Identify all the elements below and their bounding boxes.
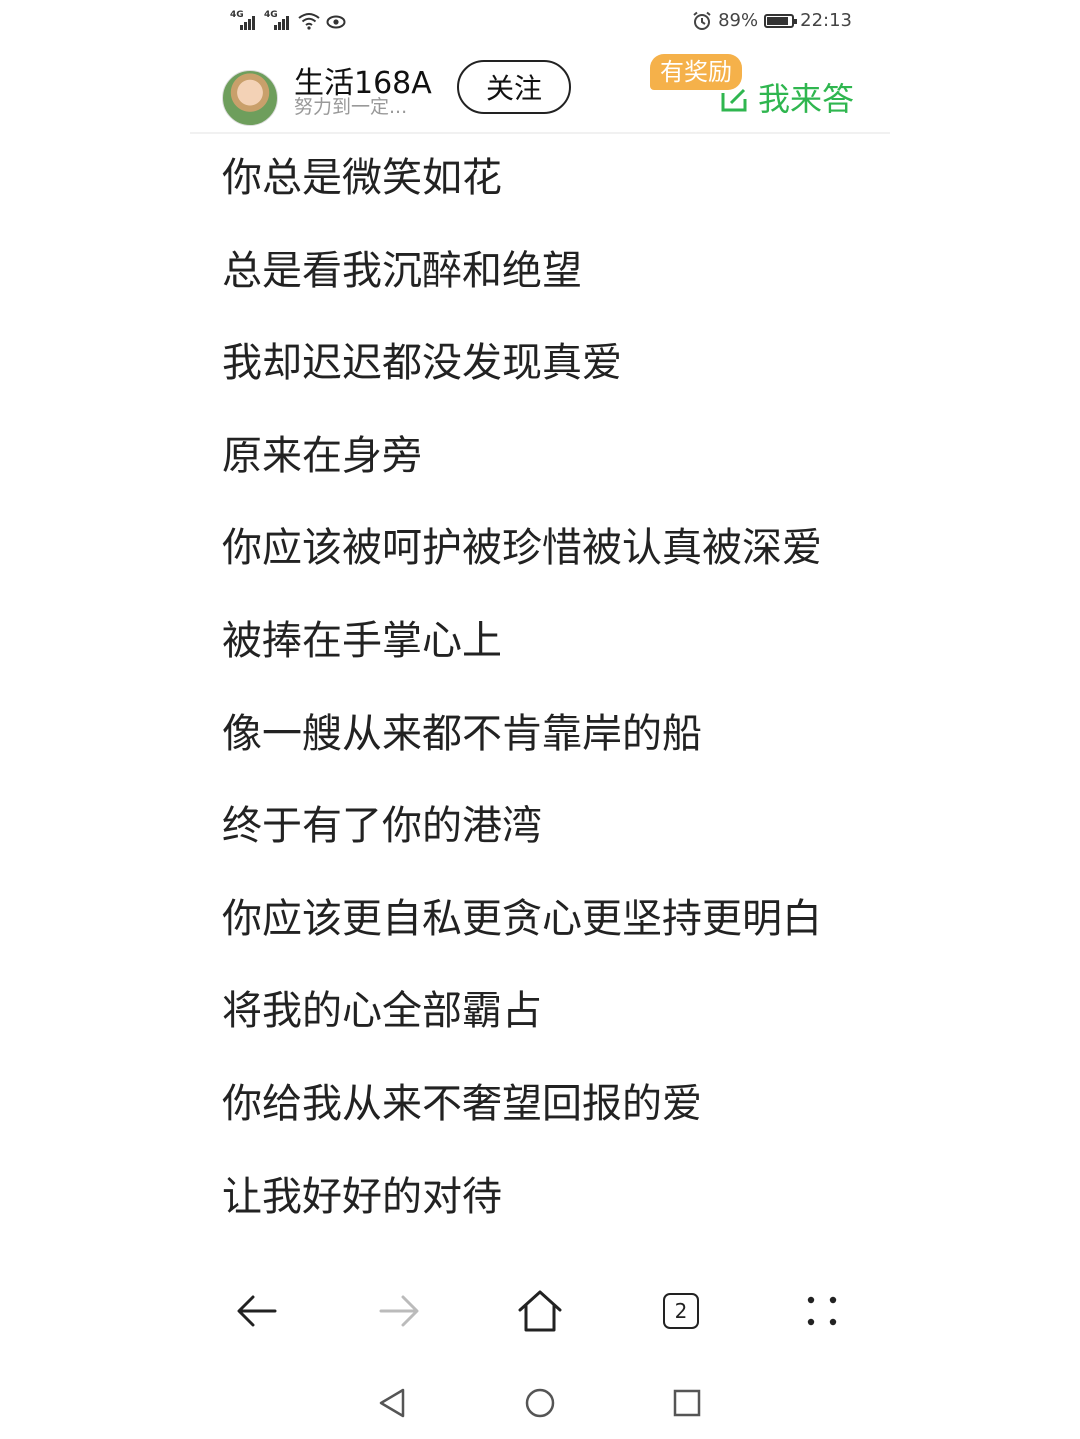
nav-recents-button[interactable]	[670, 1386, 704, 1420]
lyric-line: 我却迟迟都没发现真爱	[222, 340, 622, 387]
header-divider	[190, 132, 890, 134]
tabs-icon: 2	[663, 1293, 699, 1329]
nav-recents-icon	[673, 1389, 701, 1417]
signal-icon-2: 4G	[264, 10, 292, 30]
follow-button[interactable]: 关注	[457, 60, 571, 114]
lyric-line: 总是看我沉醉和绝望	[222, 247, 582, 294]
answer-content: 你总是微笑如花 总是看我沉醉和绝望 我却迟迟都没发现真爱 原来在身旁 你应该被呵…	[222, 150, 822, 1261]
system-nav-bar	[0, 1372, 1080, 1436]
back-button[interactable]	[232, 1286, 282, 1336]
battery-icon	[764, 13, 798, 28]
question-header: 生活168A 努力到一定... 关注 我来答 有奖励	[0, 50, 1080, 132]
lyric-line: 像一艘从来都不肯靠岸的船	[222, 710, 702, 757]
nav-home-icon	[525, 1388, 555, 1418]
home-icon	[518, 1290, 562, 1332]
lyric-line: 被捧在手掌心上	[222, 617, 502, 664]
lyric-line: 你总是微笑如花	[222, 155, 502, 201]
more-button[interactable]	[797, 1286, 847, 1336]
back-arrow-icon	[237, 1295, 277, 1327]
forward-button[interactable]	[374, 1286, 424, 1336]
clock: 22:13	[800, 10, 852, 31]
status-bar: 4G 4G 89% 22:13	[0, 0, 1080, 44]
nav-home-button[interactable]	[523, 1386, 557, 1420]
battery-percent: 89%	[718, 10, 759, 31]
home-button[interactable]	[515, 1286, 565, 1336]
avatar[interactable]	[222, 70, 278, 126]
tabs-button[interactable]: 2	[656, 1286, 706, 1336]
lyric-line: 终于有了你的港湾	[222, 803, 542, 850]
nav-back-icon	[379, 1388, 405, 1418]
status-left: 4G 4G	[230, 10, 346, 30]
lyric-line: 原来在身旁	[222, 432, 422, 479]
browser-toolbar: 2	[0, 1270, 1080, 1354]
signal-icon-1: 4G	[230, 10, 258, 30]
status-right: 89% 22:13	[692, 10, 852, 31]
lyric-line: 让我好好的对待	[222, 1173, 502, 1220]
alarm-icon	[693, 11, 711, 30]
lyric-line: 你给我从来不奢望回报的爱	[222, 1080, 702, 1127]
answer-label: 我来答	[758, 80, 855, 118]
more-icon	[807, 1296, 837, 1326]
forward-arrow-icon	[379, 1295, 419, 1327]
lyric-line: 将我的心全部霸占	[222, 988, 542, 1035]
user-signature: 努力到一定...	[294, 96, 408, 118]
nav-back-button[interactable]	[375, 1386, 409, 1420]
eye-icon	[326, 15, 346, 29]
lyric-line: 你应该被呵护被珍惜被认真被深爱	[222, 525, 822, 572]
reward-badge: 有奖励	[650, 54, 742, 90]
wifi-icon	[298, 13, 320, 30]
lyric-line: 你应该更自私更贪心更坚持更明白	[222, 895, 822, 942]
